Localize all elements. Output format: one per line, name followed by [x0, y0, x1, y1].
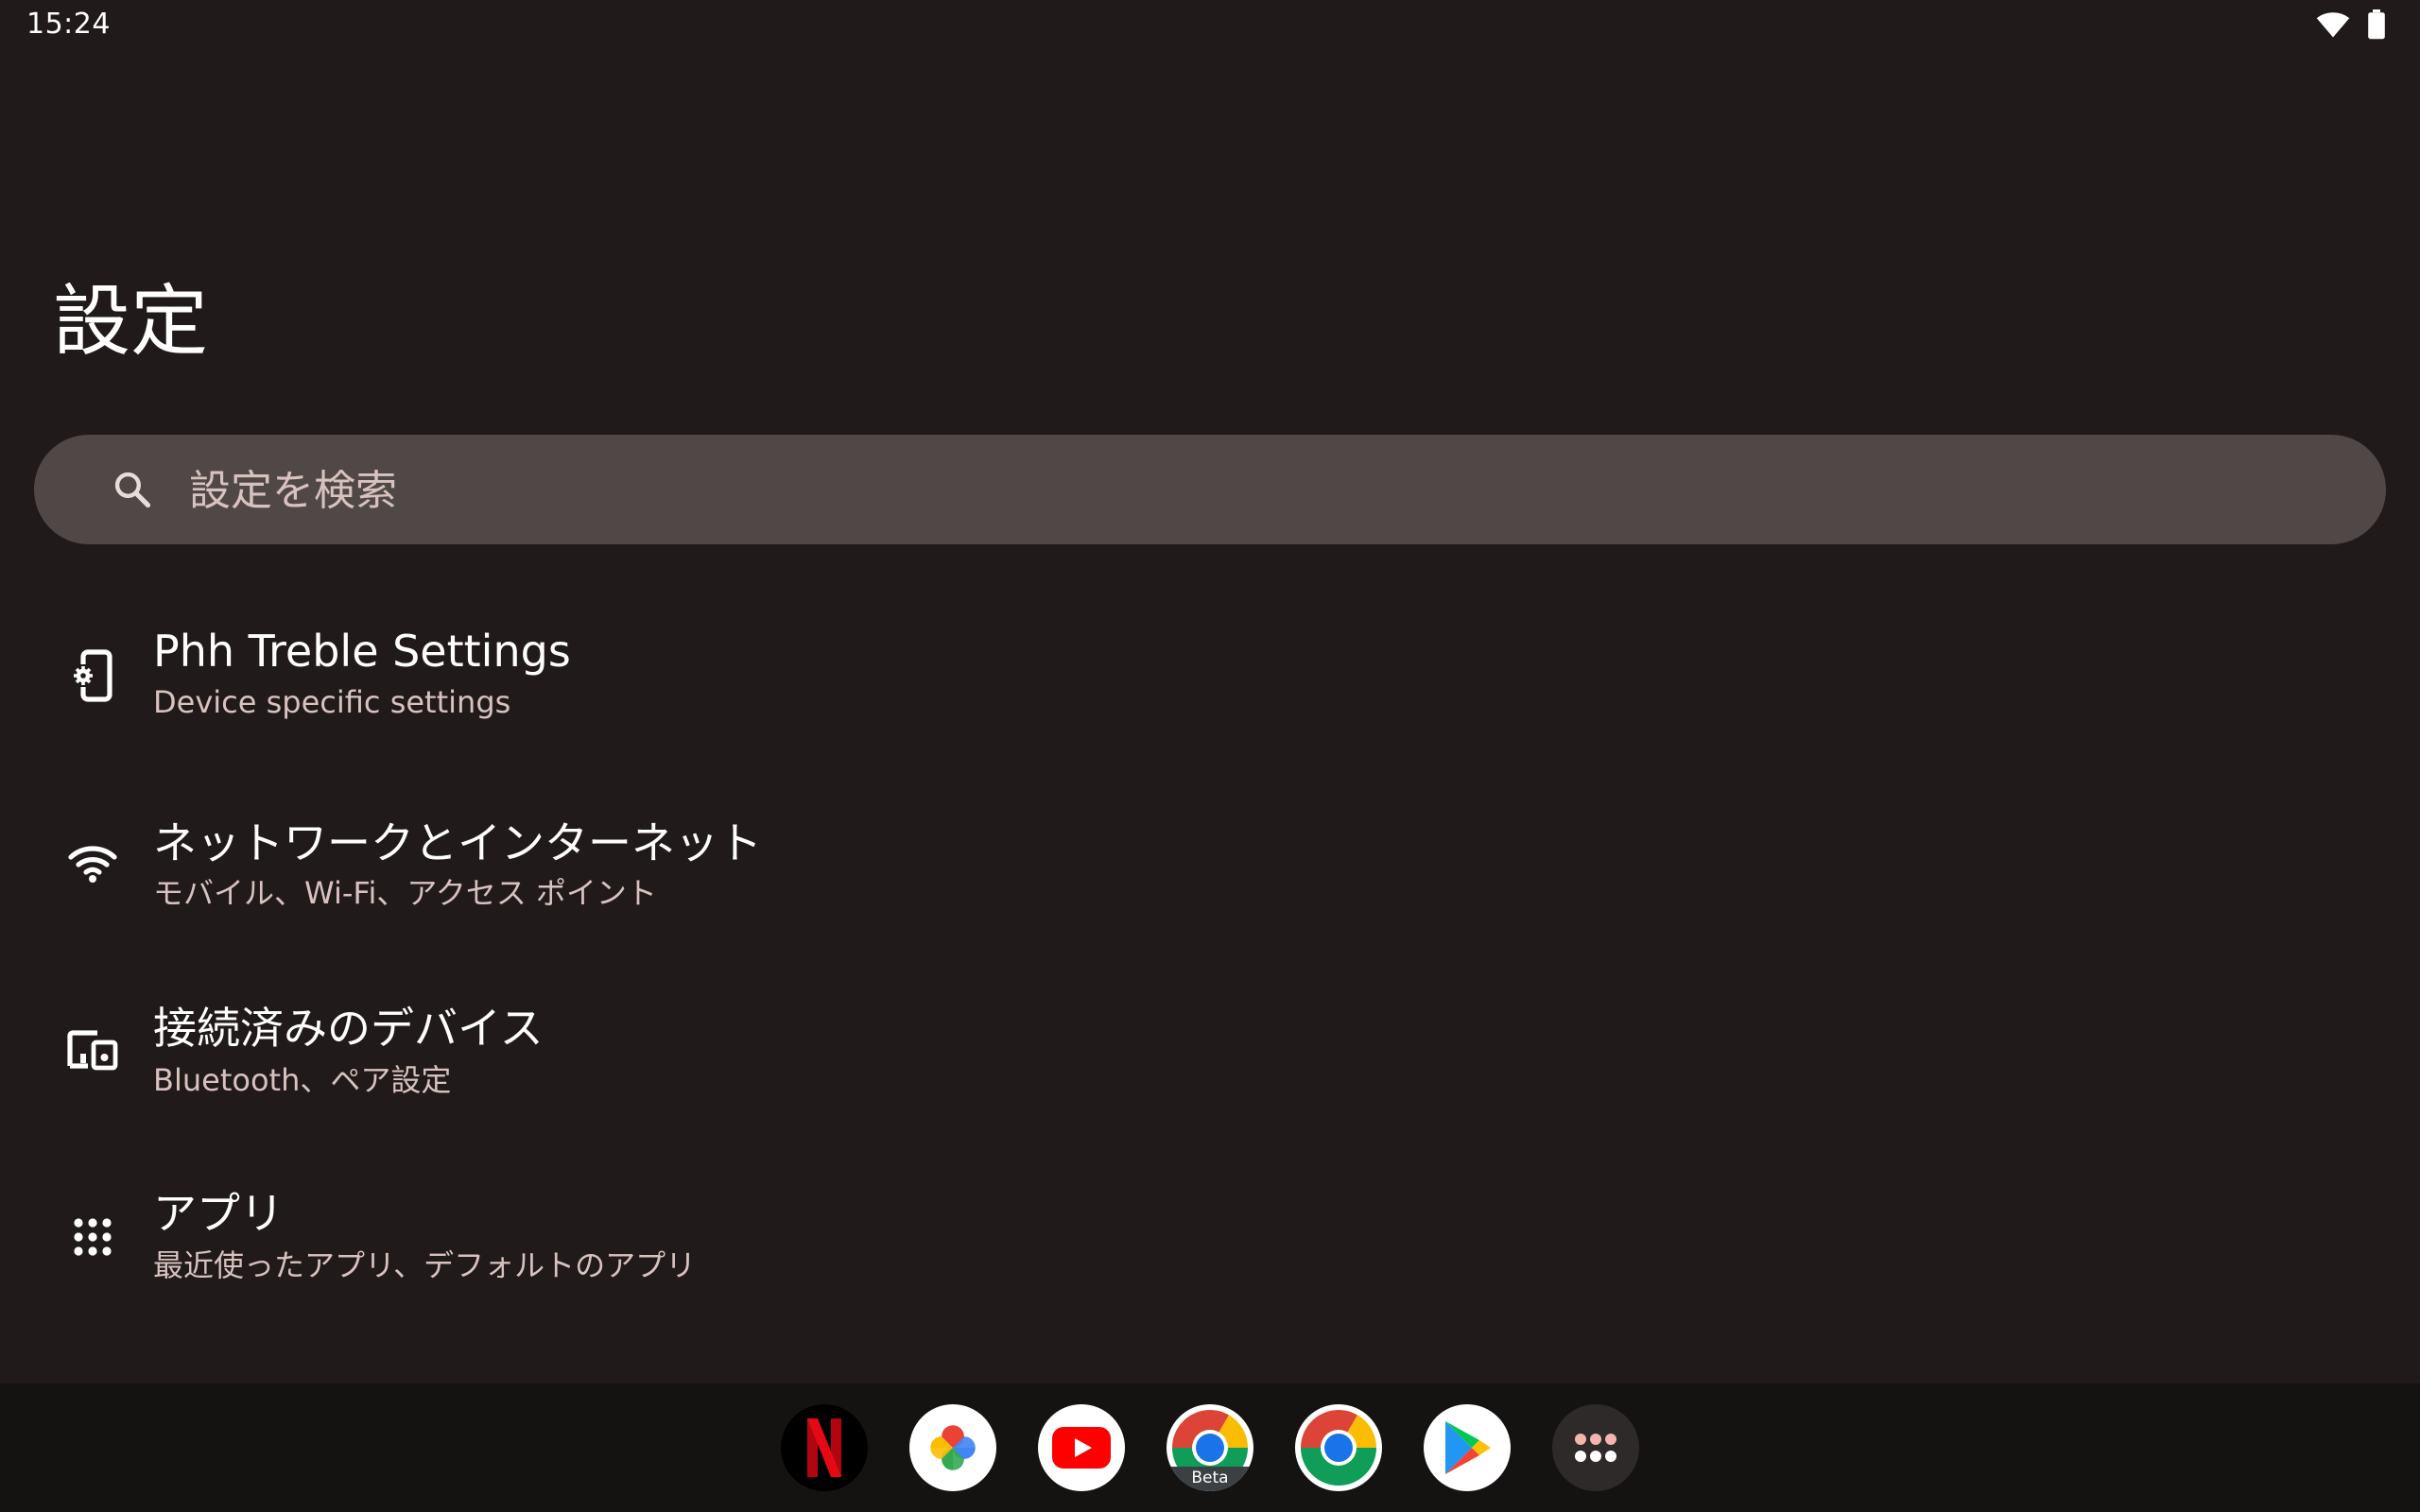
setting-title: アプリ [153, 1188, 284, 1239]
status-clock: 15:24 [26, 8, 111, 41]
chrome-beta-badge: Beta [1191, 1469, 1229, 1487]
taskbar: Beta [0, 1383, 2420, 1512]
search-input[interactable] [187, 435, 2271, 546]
google-photos-app-icon[interactable] [909, 1404, 996, 1491]
play-store-app-icon[interactable] [1424, 1404, 1511, 1491]
page-title: 設定 [53, 277, 209, 367]
apps-grid-icon [64, 1209, 121, 1265]
chrome-app-icon[interactable] [1295, 1404, 1382, 1491]
phone-gear-icon [64, 647, 121, 704]
setting-summary: Bluetooth、ペア設定 [153, 1062, 452, 1098]
wifi-icon [64, 834, 121, 891]
setting-summary: 最近使ったアプリ、デフォルトのアプリ [153, 1247, 697, 1283]
chrome-beta-app-icon[interactable]: Beta [1167, 1404, 1253, 1491]
netflix-app-icon[interactable] [781, 1404, 868, 1491]
battery-icon [2367, 9, 2386, 43]
devices-icon [64, 1022, 121, 1078]
setting-summary: Device specific settings [153, 684, 511, 720]
setting-summary: モバイル、Wi-Fi、アクセス ポイント [153, 875, 657, 911]
setting-item-connected-devices[interactable]: 接続済みのデバイス Bluetooth、ペア設定 [34, 960, 2386, 1140]
search-bar[interactable] [34, 435, 2386, 546]
search-icon [112, 469, 153, 514]
youtube-app-icon[interactable] [1038, 1404, 1125, 1491]
setting-item-network[interactable]: ネットワークとインターネット モバイル、Wi-Fi、アクセス ポイント [34, 773, 2386, 953]
setting-title: Phh Treble Settings [153, 626, 571, 677]
setting-title: ネットワークとインターネット [153, 817, 762, 868]
setting-title: 接続済みのデバイス [153, 1003, 544, 1054]
system-icons [2316, 9, 2386, 43]
all-apps-icon[interactable] [1552, 1404, 1639, 1491]
setting-item-phh-treble[interactable]: Phh Treble Settings Device specific sett… [34, 586, 2386, 765]
setting-item-apps[interactable]: アプリ 最近使ったアプリ、デフォルトのアプリ [34, 1147, 2386, 1327]
wifi-icon [2316, 10, 2350, 43]
status-bar: 15:24 [0, 0, 2420, 53]
